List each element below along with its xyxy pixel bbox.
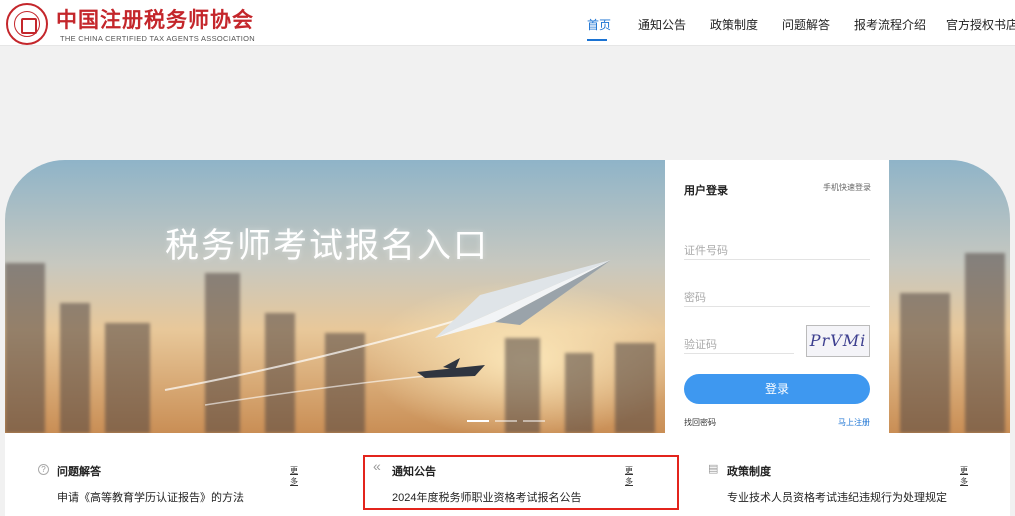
nav-policies[interactable]: 政策制度 xyxy=(710,16,758,33)
banner-building xyxy=(965,253,1005,433)
carousel-dot[interactable] xyxy=(467,420,489,422)
register-link[interactable]: 马上注册 xyxy=(838,417,870,428)
phone-login-link[interactable]: 手机快速登录 xyxy=(823,182,871,193)
captcha-image[interactable]: PrVMi xyxy=(806,325,870,357)
section-faq: ? 问题解答 更多 申请《高等教育学历认证报告》的方法 xyxy=(5,433,305,516)
banner-building xyxy=(900,293,950,433)
nav-bookstore[interactable]: 官方授权书店 xyxy=(946,16,1015,33)
section-title: 政策制度 xyxy=(727,466,771,478)
list-item[interactable]: 专业技术人员资格考试违纪违规行为处理规定 xyxy=(727,489,947,505)
content-sections: ? 问题解答 更多 申请《高等教育学历认证报告》的方法 « 通知公告 更多 20… xyxy=(5,433,1010,516)
nav-notices[interactable]: 通知公告 xyxy=(638,16,686,33)
more-link[interactable]: 更多 xyxy=(960,465,975,487)
login-button[interactable]: 登录 xyxy=(684,374,870,404)
login-title: 用户登录 xyxy=(684,185,728,197)
nav-faq[interactable]: 问题解答 xyxy=(782,16,830,33)
org-name-cn[interactable]: 中国注册税务师协会 xyxy=(56,4,254,34)
highlight-box xyxy=(363,455,679,510)
captcha-field[interactable]: 验证码 xyxy=(684,328,794,354)
carousel-dot[interactable] xyxy=(523,420,545,422)
section-title: 问题解答 xyxy=(57,466,101,478)
nav-home[interactable]: 首页 xyxy=(587,16,611,33)
nav-active-indicator xyxy=(587,39,607,41)
document-stack-icon: ▤ xyxy=(708,463,719,475)
carousel-dot[interactable] xyxy=(495,420,517,422)
site-header: 中国注册税务师协会 THE CHINA CERTIFIED TAX AGENTS… xyxy=(0,0,1015,46)
nav-exam-process[interactable]: 报考流程介绍 xyxy=(854,16,926,33)
login-panel: 用户登录 手机快速登录 证件号码 密码 验证码 PrVMi 登录 找回密码 马上… xyxy=(665,160,889,433)
association-seal-icon[interactable] xyxy=(6,3,48,45)
banner-title: 税务师考试报名入口 xyxy=(165,227,489,265)
id-number-field[interactable]: 证件号码 xyxy=(684,234,870,260)
more-link[interactable]: 更多 xyxy=(290,465,305,487)
password-field[interactable]: 密码 xyxy=(684,281,870,307)
paper-plane-icon xyxy=(164,260,611,406)
list-item[interactable]: 申请《高等教育学历认证报告》的方法 xyxy=(57,489,244,505)
section-policies: ▤ 政策制度 更多 专业技术人员资格考试违纪违规行为处理规定 xyxy=(675,433,975,516)
org-name-en: THE CHINA CERTIFIED TAX AGENTS ASSOCIATI… xyxy=(60,34,255,43)
forgot-password-link[interactable]: 找回密码 xyxy=(684,417,716,428)
question-circle-icon: ? xyxy=(38,464,49,475)
